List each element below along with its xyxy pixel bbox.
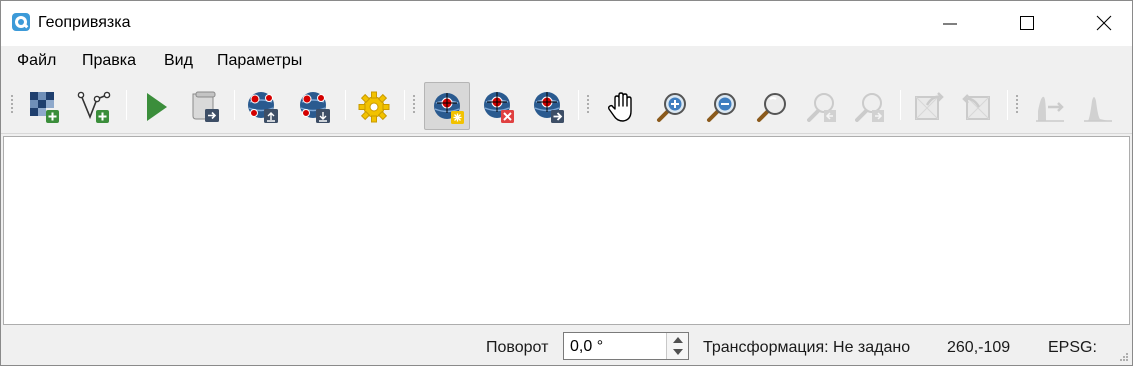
transformation-status: Трансформация: Не задано (703, 339, 911, 356)
toolbar-separator (404, 90, 405, 120)
open-vector-icon (77, 91, 111, 123)
zoom-in-icon (657, 93, 686, 122)
toolbar-separator (1007, 90, 1008, 120)
load-gcp-points-button[interactable] (239, 82, 285, 130)
pan-button[interactable] (598, 82, 644, 130)
maximize-icon (1020, 16, 1034, 30)
move-gcp-point-button[interactable] (525, 82, 571, 130)
qgis-icon (12, 13, 30, 31)
local-histogram-stretch-button[interactable] (1074, 82, 1120, 130)
toolbar-separator (900, 90, 901, 120)
pan-icon (607, 92, 632, 122)
transformation-settings-button[interactable] (350, 82, 396, 130)
toolbar-separator (126, 90, 127, 120)
save-gcp-points-button[interactable] (291, 82, 337, 130)
menu-file[interactable]: Файл (17, 52, 56, 70)
toolbar-separator (345, 90, 346, 120)
status-bar: Поворот Трансформация: Не задано 260,-10… (1, 327, 1132, 365)
open-raster-icon (30, 92, 59, 123)
rotation-label: Поворот (486, 339, 549, 356)
generate-gdal-script-button[interactable] (181, 82, 227, 130)
zoom-out-button[interactable] (698, 82, 744, 130)
open-vector-button[interactable] (71, 82, 117, 130)
toolbar-grip[interactable] (586, 94, 590, 114)
zoom-in-button[interactable] (648, 82, 694, 130)
menu-settings[interactable]: Параметры (217, 52, 302, 70)
coordinates-readout: 260,-109 (947, 339, 1011, 356)
close-button[interactable] (1081, 1, 1127, 46)
delete-point-button[interactable] (475, 82, 521, 130)
toolbar-grip[interactable] (10, 94, 14, 114)
close-icon (1096, 15, 1112, 31)
generate-gdal-script-icon (192, 91, 219, 122)
full-histogram-stretch-button[interactable] (1026, 82, 1072, 130)
zoom-next-icon (855, 93, 884, 122)
link-qgis-to-georeferencer-button[interactable] (953, 82, 999, 130)
resize-grip-icon[interactable] (1119, 352, 1129, 362)
menu-bar: Файл Правка Вид Параметры (1, 46, 1132, 74)
toolbar-grip[interactable] (1015, 94, 1019, 114)
toolbar-separator (234, 90, 235, 120)
start-georeferencing-button[interactable] (131, 82, 177, 130)
link-georeferencer-to-qgis-icon (915, 92, 944, 120)
zoom-to-layer-icon (757, 93, 786, 122)
add-point-icon (434, 93, 464, 124)
maximize-button[interactable] (1004, 1, 1050, 46)
start-georeferencing-icon (147, 93, 167, 121)
minimize-button[interactable] (927, 1, 973, 46)
zoom-out-icon (707, 93, 736, 122)
transformation-settings-icon (358, 91, 390, 123)
toolbar-separator (578, 90, 579, 120)
toolbar-grip[interactable] (412, 94, 416, 114)
local-histogram-stretch-icon (1084, 97, 1112, 122)
save-gcp-points-icon (300, 92, 330, 123)
title-bar: Геопривязка (1, 1, 1132, 46)
toolbar (1, 78, 1132, 134)
full-histogram-stretch-icon (1036, 96, 1064, 122)
rotation-input[interactable] (570, 337, 660, 356)
menu-view[interactable]: Вид (164, 52, 193, 70)
zoom-to-layer-button[interactable] (748, 82, 794, 130)
delete-point-icon (484, 92, 514, 123)
zoom-next-button[interactable] (846, 82, 892, 130)
rotation-spin-buttons (666, 333, 688, 359)
link-georeferencer-to-qgis-button[interactable] (905, 82, 951, 130)
rotation-spinbox[interactable] (563, 332, 689, 360)
zoom-last-button[interactable] (798, 82, 844, 130)
open-raster-button[interactable] (21, 82, 67, 130)
spin-down-button[interactable] (667, 346, 688, 359)
link-qgis-to-georeferencer-icon (962, 94, 990, 120)
spin-up-button[interactable] (667, 333, 688, 346)
add-point-button[interactable] (424, 82, 470, 130)
zoom-last-icon (807, 93, 836, 122)
menu-edit[interactable]: Правка (82, 52, 136, 70)
move-gcp-point-icon (534, 92, 564, 123)
minimize-icon (943, 23, 957, 25)
load-gcp-points-icon (248, 92, 278, 123)
epsg-label[interactable]: EPSG: (1048, 339, 1097, 357)
map-canvas[interactable] (3, 136, 1130, 325)
window-title: Геопривязка (38, 14, 131, 31)
georeferencer-window: Геопривязка Файл Правка Вид Параметры По… (0, 0, 1133, 366)
